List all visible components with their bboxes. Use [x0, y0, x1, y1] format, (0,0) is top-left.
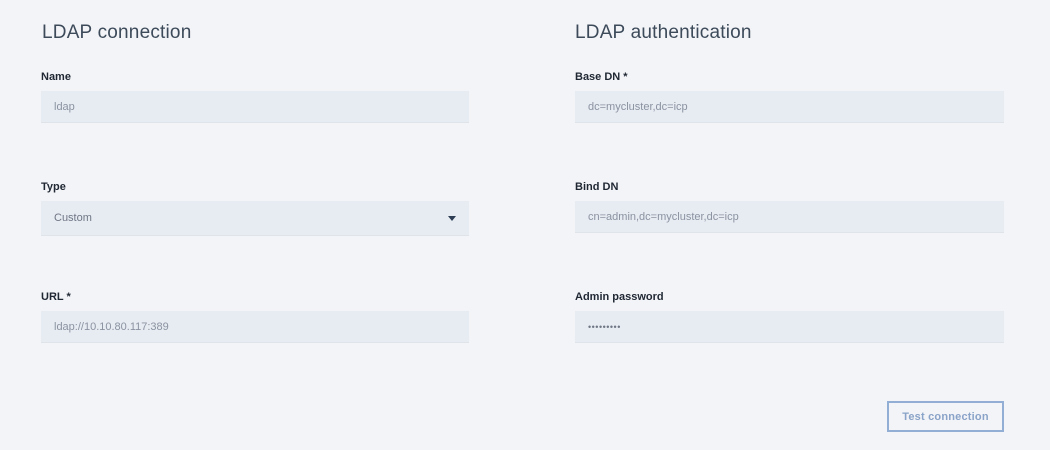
bind-dn-label: Bind DN [575, 181, 619, 193]
name-input[interactable] [41, 91, 469, 123]
type-label: Type [41, 181, 66, 193]
bind-dn-input[interactable] [575, 201, 1004, 233]
type-select-value: Custom [54, 212, 92, 224]
bind-dn-field-group: Bind DN [575, 180, 1004, 233]
base-dn-label: Base DN * [575, 71, 628, 83]
type-select[interactable]: Custom [41, 201, 469, 236]
test-connection-button[interactable]: Test connection [887, 401, 1004, 432]
ldap-form-page: LDAP connection Name Type Custom URL * L… [0, 0, 1050, 450]
admin-password-input[interactable] [575, 311, 1004, 343]
admin-password-field-group: Admin password [575, 290, 1004, 343]
caret-down-icon[interactable] [448, 215, 456, 221]
section-title-authentication: LDAP authentication [575, 22, 752, 43]
url-input[interactable] [41, 311, 469, 343]
name-field-group: Name [41, 70, 469, 123]
section-title-connection: LDAP connection [42, 22, 192, 43]
base-dn-input[interactable] [575, 91, 1004, 123]
type-field-group: Type Custom [41, 180, 469, 236]
name-label: Name [41, 71, 71, 83]
admin-password-label: Admin password [575, 291, 664, 303]
base-dn-field-group: Base DN * [575, 70, 1004, 123]
url-label: URL * [41, 291, 71, 303]
url-field-group: URL * [41, 290, 469, 343]
